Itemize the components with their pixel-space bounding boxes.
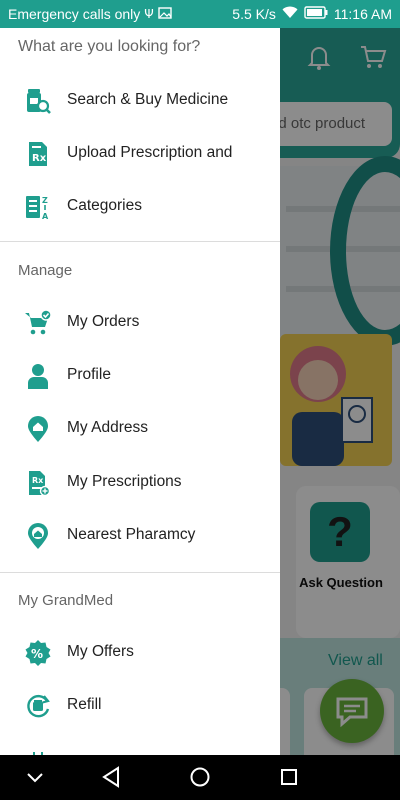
svg-text:Z: Z: [42, 196, 48, 205]
status-bar: Emergency calls only Ψ 5.5 K/s 11:16 AM: [0, 0, 400, 28]
divider: [0, 241, 280, 242]
menu-item-my-offers[interactable]: % My Offers: [0, 628, 280, 678]
battery-icon: [304, 6, 328, 22]
menu-label: Categories: [67, 197, 142, 214]
section-label-my-grandmed: My GrandMed: [18, 592, 114, 609]
menu-item-my-prescriptions[interactable]: Rx My Prescriptions: [0, 458, 280, 508]
menu-label: My Orders: [67, 313, 140, 330]
drawer-header: What are you looking for?: [18, 38, 201, 55]
svg-text:Rx: Rx: [32, 476, 44, 485]
menu-item-nearest-pharmacy[interactable]: Nearest Pharamcy: [0, 511, 280, 561]
hide-keyboard-icon[interactable]: [21, 763, 49, 791]
menu-item-partial[interactable]: [0, 738, 280, 755]
prescription-doc-icon: Rx: [24, 469, 52, 497]
menu-label: Upload Prescription and: [67, 144, 233, 161]
recents-icon[interactable]: [275, 763, 303, 791]
usb-icon: Ψ: [144, 7, 154, 21]
navigation-drawer: What are you looking for? Search & Buy M…: [0, 28, 280, 755]
medicine-search-icon: [24, 87, 52, 115]
menu-label: Nearest Pharamcy: [67, 526, 196, 543]
svg-text:A: A: [42, 212, 49, 221]
home-pin-icon: [24, 415, 52, 443]
menu-label: Refill: [67, 696, 102, 713]
menu-item-upload-prescription[interactable]: Rx Upload Prescription and: [0, 129, 280, 179]
carrier-text: Emergency calls only: [8, 6, 141, 22]
menu-item-refill[interactable]: Refill: [0, 681, 280, 731]
svg-text:Rx: Rx: [32, 153, 47, 164]
back-icon[interactable]: [98, 763, 126, 791]
clock: 11:16 AM: [333, 6, 392, 22]
categories-sort-icon: ZA: [24, 193, 52, 221]
menu-label: My Address: [67, 419, 148, 436]
offer-percent-icon: %: [24, 639, 52, 667]
menu-item-my-address[interactable]: My Address: [0, 404, 280, 454]
section-label-manage: Manage: [18, 262, 73, 279]
menu-label: My Offers: [67, 643, 134, 660]
svg-text:%: %: [31, 647, 43, 661]
system-nav-bar: [0, 755, 400, 800]
network-speed: 5.5 K/s: [232, 6, 276, 22]
cart-check-icon: [24, 309, 52, 337]
divider: [0, 572, 280, 573]
home-icon[interactable]: [186, 763, 214, 791]
menu-item-profile[interactable]: Profile: [0, 351, 280, 401]
menu-item-my-orders[interactable]: My Orders: [0, 298, 280, 348]
wifi-icon: [282, 6, 298, 22]
prescription-upload-icon: Rx: [24, 140, 52, 168]
menu-item-categories[interactable]: ZA Categories: [0, 182, 280, 232]
pharmacy-pin-icon: [24, 522, 52, 550]
image-icon: [158, 6, 172, 22]
menu-label: My Prescriptions: [67, 473, 182, 490]
refill-icon: [24, 692, 52, 720]
person-icon: [24, 362, 52, 390]
menu-label: Search & Buy Medicine: [67, 91, 229, 108]
menu-label: Profile: [67, 366, 111, 383]
menu-item-search-buy-medicine[interactable]: Search & Buy Medicine: [0, 76, 280, 126]
